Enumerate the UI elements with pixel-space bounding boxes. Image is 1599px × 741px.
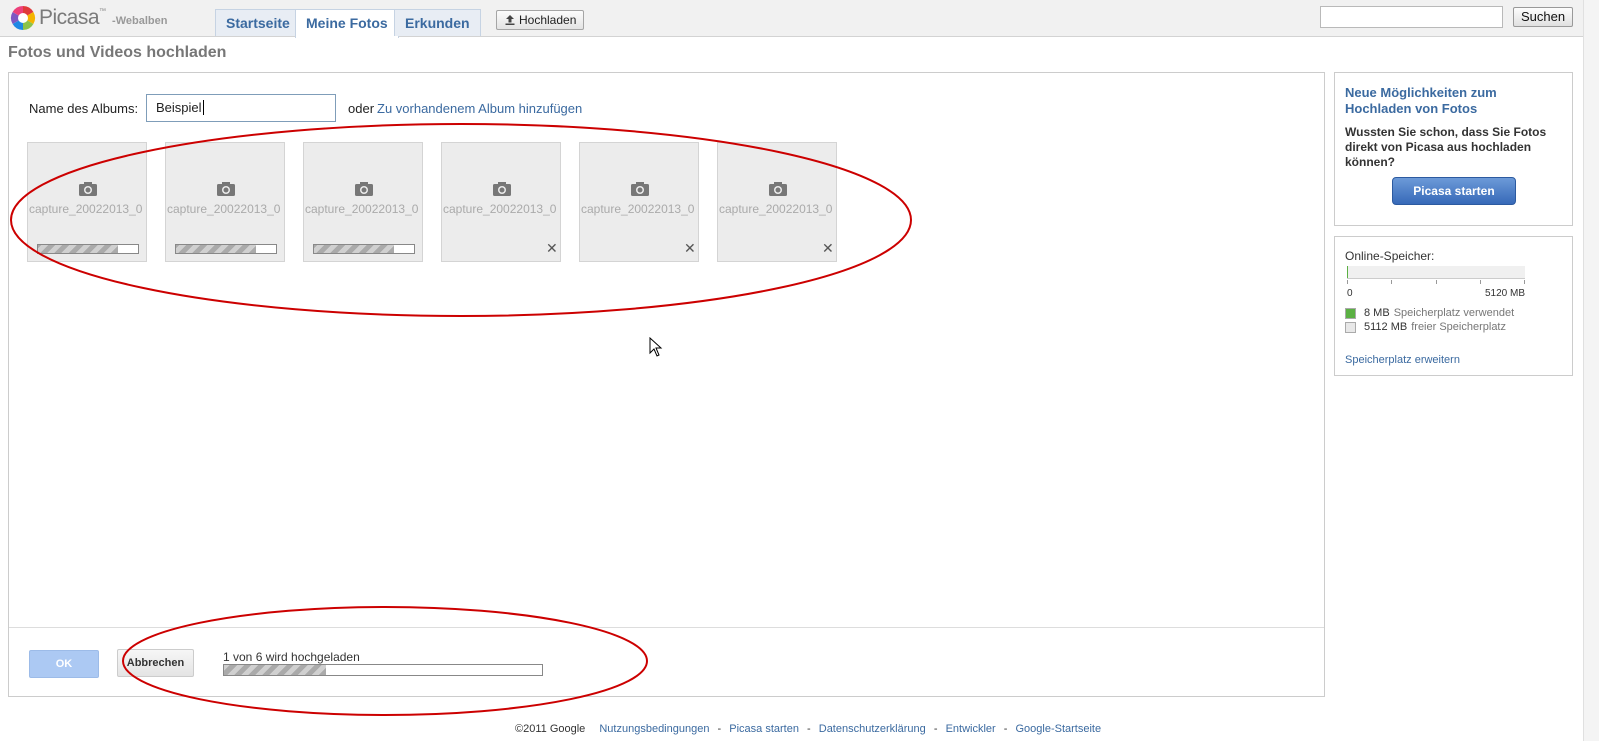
thumbnail-filename: capture_20022013_0	[167, 202, 281, 216]
mouse-cursor-icon	[649, 337, 663, 357]
upload-action-bar: OK Abbrechen 1 von 6 wird hochgeladen	[9, 627, 1324, 696]
thumbnail-progress-fill	[314, 245, 394, 253]
footer-link-developers[interactable]: Entwickler	[946, 723, 996, 735]
album-name-input[interactable]: Beispiel	[146, 94, 336, 122]
footer-link-terms[interactable]: Nutzungsbedingungen	[599, 723, 709, 735]
thumbnail-filename: capture_20022013_0	[719, 202, 833, 216]
camera-icon	[217, 182, 235, 196]
storage-tick	[1436, 280, 1437, 284]
upload-thumbnail[interactable]: capture_20022013_0 ✕	[579, 142, 699, 262]
camera-icon	[631, 182, 649, 196]
storage-tick	[1524, 280, 1525, 284]
ok-button[interactable]: OK	[29, 650, 99, 678]
footer-link-privacy[interactable]: Datenschutzerklärung	[819, 723, 926, 735]
footer-link-start-picasa[interactable]: Picasa starten	[729, 723, 799, 735]
album-or-text: oder	[348, 101, 375, 116]
promo-title: Neue Möglichkeiten zum Hochladen von Fot…	[1345, 85, 1497, 116]
tab-erkunden[interactable]: Erkunden	[394, 9, 481, 36]
storage-max-label: 5120 MB	[1485, 288, 1526, 299]
album-name-label: Name des Albums:	[29, 101, 139, 116]
upload-arrow-icon	[505, 15, 515, 25]
footer: ©2011 Google Nutzungsbedingungen - Picas…	[515, 723, 1102, 735]
storage-meter	[1347, 266, 1525, 279]
remove-file-close-icon[interactable]: ✕	[822, 241, 834, 255]
used-swatch	[1345, 307, 1356, 319]
remove-file-close-icon[interactable]: ✕	[546, 241, 558, 255]
thumbnail-filename: capture_20022013_0	[581, 202, 695, 216]
promo-text: Wussten Sie schon, dass Sie Fotos direkt…	[1345, 125, 1547, 169]
thumbnail-progress-fill	[38, 245, 118, 253]
page-title: Fotos und Videos hochladen	[8, 44, 227, 61]
tab-startseite[interactable]: Startseite	[215, 9, 301, 36]
upload-thumbnail[interactable]: capture_20022013_0 ✕	[717, 142, 837, 262]
used-desc: Speicherplatz verwendet	[1393, 307, 1515, 319]
storage-box: Online-Speicher: 0 5120 MB 8 MB Speicher…	[1334, 236, 1573, 376]
thumbnail-progress-bar	[37, 244, 139, 254]
storage-free-legend: 5112 MB freier Speicherplatz	[1345, 321, 1506, 333]
thumbnail-progress-fill	[176, 245, 256, 253]
upload-panel: Name des Albums: Beispiel oder Zu vorhan…	[8, 72, 1325, 697]
free-swatch	[1345, 321, 1356, 333]
camera-icon	[355, 182, 373, 196]
logo-subtitle: -Webalben	[112, 15, 168, 27]
copyright: ©2011 Google	[515, 723, 586, 735]
storage-title: Online-Speicher:	[1345, 249, 1435, 263]
storage-tick	[1391, 280, 1392, 284]
upload-thumbnail[interactable]: capture_20022013_0	[165, 142, 285, 262]
page-scrollbar[interactable]	[1583, 0, 1599, 741]
text-caret	[202, 100, 204, 115]
thumbnail-filename: capture_20022013_0	[443, 202, 557, 216]
thumbnail-filename: capture_20022013_0	[305, 202, 419, 216]
thumbnail-progress-bar	[313, 244, 415, 254]
picasa-logo[interactable]: Picasa ™ -Webalben	[10, 4, 167, 32]
storage-used-legend: 8 MB Speicherplatz verwendet	[1345, 307, 1514, 319]
existing-album-link[interactable]: Zu vorhandenem Album hinzufügen	[377, 101, 582, 116]
footer-link-google-home[interactable]: Google-Startseite	[1015, 723, 1101, 735]
camera-icon	[769, 182, 787, 196]
album-name-value: Beispiel	[156, 100, 202, 115]
camera-icon	[79, 182, 97, 196]
upload-button[interactable]: Hochladen	[496, 10, 585, 30]
top-header: Picasa ™ -Webalben Startseite Meine Foto…	[0, 0, 1583, 38]
remove-file-close-icon[interactable]: ✕	[684, 241, 696, 255]
logo-trademark: ™	[99, 7, 107, 15]
logo-wordmark: Picasa	[39, 6, 100, 29]
upload-thumbnail[interactable]: capture_20022013_0	[303, 142, 423, 262]
storage-tick	[1347, 280, 1348, 284]
overall-progress-fill	[224, 665, 326, 675]
upload-button-label: Hochladen	[519, 13, 577, 27]
storage-tick	[1480, 280, 1481, 284]
promo-box: Neue Möglichkeiten zum Hochladen von Fot…	[1334, 72, 1573, 226]
free-value: 5112 MB	[1364, 321, 1408, 333]
overall-progress-bar	[223, 664, 543, 676]
cancel-button[interactable]: Abbrechen	[117, 649, 194, 677]
upload-status-text: 1 von 6 wird hochgeladen	[223, 650, 360, 664]
tab-meine-fotos[interactable]: Meine Fotos	[295, 9, 399, 38]
used-value: 8 MB	[1364, 307, 1390, 319]
thumbnail-progress-bar	[175, 244, 277, 254]
search-button[interactable]: Suchen	[1513, 7, 1574, 27]
free-desc: freier Speicherplatz	[1411, 321, 1506, 333]
start-picasa-button[interactable]: Picasa starten	[1392, 177, 1516, 205]
upload-thumbnail[interactable]: capture_20022013_0	[27, 142, 147, 262]
search-input[interactable]	[1320, 6, 1503, 28]
storage-used-fill	[1347, 266, 1348, 278]
expand-storage-link[interactable]: Speicherplatz erweitern	[1345, 354, 1460, 366]
thumbnail-filename: capture_20022013_0	[29, 202, 143, 216]
upload-thumbnail[interactable]: capture_20022013_0 ✕	[441, 142, 561, 262]
camera-icon	[493, 182, 511, 196]
picasa-pinwheel-icon	[10, 5, 36, 31]
storage-min-label: 0	[1347, 288, 1353, 299]
